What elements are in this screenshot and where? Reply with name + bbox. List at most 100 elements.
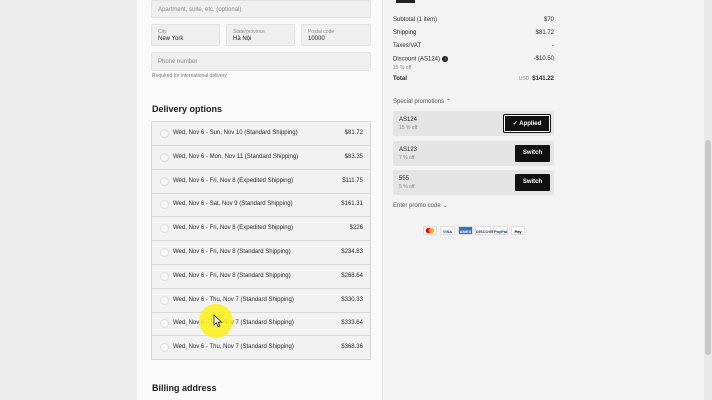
discount-label: Discount (AS124): [393, 56, 441, 63]
postal-label: Postal code: [308, 29, 335, 35]
phone-field[interactable]: Phone number: [151, 52, 371, 71]
state-value: Hà Nội: [233, 36, 252, 42]
promo-off: 5 % off: [399, 184, 415, 190]
delivery-option[interactable]: Wed, Nov 6 - Fri, Nov 8 (Standard Shippi…: [152, 241, 370, 265]
info-icon[interactable]: i: [442, 56, 449, 62]
delivery-option-price: $333.64: [341, 320, 363, 327]
amex-icon: AMEX: [458, 226, 473, 235]
chevron-up-icon: ⌃: [446, 99, 452, 105]
delivery-option-price: $161.31: [341, 201, 363, 208]
scrollbar-thumb[interactable]: [705, 140, 711, 355]
radio-button[interactable]: [160, 319, 169, 329]
total-row: Total USD $141.22: [393, 76, 554, 86]
delivery-option[interactable]: Wed, Nov 6 - Fri, Nov 8 (Standard Shippi…: [152, 265, 370, 289]
subtotal-label: Subtotal (1 item): [393, 17, 438, 23]
delivery-option[interactable]: Wed, Nov 6 - Mon, Nov 11 (Standard Shipp…: [152, 146, 370, 170]
promo-code: 555: [399, 176, 410, 182]
delivery-option-price: $368.36: [341, 344, 363, 351]
delivery-options-title: Delivery options: [152, 104, 223, 114]
radio-button[interactable]: [160, 176, 169, 186]
taxes-value: -: [552, 43, 554, 49]
radio-button[interactable]: [160, 295, 169, 305]
radio-button[interactable]: [160, 248, 169, 257]
billing-address-title: Billing address: [152, 383, 217, 393]
switch-button[interactable]: Switch: [515, 145, 550, 162]
promo-card-555: 555 5 % off Switch: [393, 170, 554, 195]
total-label: Total: [393, 76, 407, 82]
city-field[interactable]: City New York: [151, 24, 220, 46]
chevron-down-icon: ⌄: [442, 203, 448, 209]
promo-code: AS123: [399, 147, 418, 153]
delivery-option-price: $330.33: [341, 296, 363, 303]
subtotal-value: $70: [543, 17, 554, 23]
delivery-option-name: Wed, Nov 6 - Thu, Nov 7 (Standard Shippi…: [173, 296, 294, 303]
radio-button[interactable]: [160, 200, 169, 210]
promo-card-as124: AS124 15 % off ✓ Applied: [393, 111, 554, 136]
radio-button[interactable]: [160, 343, 169, 353]
apartment-placeholder: Apartment, suite, etc. (optional): [158, 7, 242, 13]
promo-card-as123: AS123 7 % off Switch: [393, 141, 554, 166]
promo-off: 7 % off: [399, 155, 415, 161]
radio-button[interactable]: [160, 224, 169, 234]
delivery-option-name: Wed, Nov 6 - Mon, Nov 11 (Standard Shipp…: [173, 153, 299, 160]
switch-button[interactable]: Switch: [515, 174, 550, 191]
mastercard-icon: [423, 226, 437, 235]
taxes-row: Taxes/VAT -: [393, 43, 554, 53]
discount-value: -$10.50: [533, 56, 554, 62]
apartment-field[interactable]: Apartment, suite, etc. (optional): [151, 0, 371, 18]
postal-value: 10000: [308, 36, 325, 42]
applied-button[interactable]: ✓ Applied: [503, 114, 551, 133]
special-promotions-label: Special promotions: [393, 99, 445, 105]
special-promotions-toggle[interactable]: Special promotions ⌃: [393, 98, 451, 105]
delivery-option[interactable]: Wed, Nov 6 - Sun, Nov 10 (Standard Shipp…: [152, 122, 370, 146]
delivery-option-name: Wed, Nov 6 - Fri, Nov 8 (Expedited Shipp…: [173, 177, 293, 184]
delivery-option[interactable]: Wed, Nov 6 - Fri, Nov 8 (Expedited Shipp…: [152, 217, 370, 242]
delivery-option-price: $268.64: [341, 272, 363, 279]
phone-placeholder: Phone number: [158, 59, 198, 65]
postal-code-field[interactable]: Postal code 10000: [301, 24, 371, 46]
delivery-option-price: $234.83: [341, 249, 363, 255]
enter-promo-code-toggle[interactable]: Enter promo code ⌄: [393, 202, 448, 209]
subtotal-row: Subtotal (1 item) $70: [393, 17, 554, 27]
discount-note: 15 % off: [393, 65, 412, 71]
delivery-option-name: Wed, Nov 6 - Sun, Nov 10 (Standard Shipp…: [173, 130, 298, 136]
delivery-option[interactable]: Wed, Nov 6 - Fri, Nov 8 (Expedited Shipp…: [152, 170, 370, 194]
promo-off: 15 % off: [399, 125, 418, 131]
delivery-option[interactable]: Wed, Nov 6 - Thu, Nov 7 (Standard Shippi…: [152, 289, 370, 313]
radio-button[interactable]: [160, 129, 169, 138]
promo-code: AS124: [399, 117, 418, 123]
delivery-option[interactable]: Wed, Nov 6 - Thu, Nov 7 (Standard Shippi…: [152, 312, 370, 337]
delivery-option-name: Wed, Nov 6 - Fri, Nov 8 (Expedited Shipp…: [173, 225, 293, 232]
shipping-row: Shipping $81.72: [393, 30, 554, 40]
total-value: $141.22: [532, 76, 554, 82]
mouse-cursor-icon: [213, 314, 223, 328]
delivery-option-price: $81.72: [344, 130, 363, 136]
applepay-icon: Pay: [511, 226, 525, 235]
taxes-label: Taxes/VAT: [393, 43, 422, 49]
delivery-option[interactable]: Wed, Nov 6 - Thu, Nov 7 (Standard Shippi…: [152, 336, 370, 360]
delivery-option-name: Wed, Nov 6 - Fri, Nov 8 (Standard Shippi…: [173, 249, 291, 255]
phone-hint: Required for international delivery: [152, 73, 227, 79]
radio-button[interactable]: [160, 152, 169, 162]
shipping-value: $81.72: [535, 30, 554, 36]
shipping-label: Shipping: [393, 30, 417, 36]
radio-button[interactable]: [160, 271, 169, 281]
total-currency: USD: [518, 76, 530, 82]
enter-promo-code-label: Enter promo code: [393, 203, 441, 209]
paypal-icon: PayPal: [493, 226, 508, 235]
delivery-option-name: Wed, Nov 6 - Thu, Nov 7 (Standard Shippi…: [173, 320, 294, 327]
product-thumbnail: [396, 0, 415, 3]
delivery-option-price: $83.35: [344, 153, 363, 160]
city-value: New York: [158, 36, 184, 42]
visa-icon: VISA: [440, 226, 455, 235]
discover-icon: DISCOVER: [475, 226, 497, 235]
state-label: State/province: [233, 29, 265, 35]
checkout-page: Apartment, suite, etc. (optional) City N…: [0, 0, 712, 400]
delivery-option-name: Wed, Nov 6 - Fri, Nov 8 (Standard Shippi…: [173, 272, 291, 279]
city-label: City: [158, 29, 167, 35]
delivery-options-list: Wed, Nov 6 - Sun, Nov 10 (Standard Shipp…: [151, 121, 371, 360]
state-field[interactable]: State/province Hà Nội: [226, 24, 295, 46]
delivery-option-name: Wed, Nov 6 - Thu, Nov 7 (Standard Shippi…: [173, 344, 294, 351]
discount-row: Discount (AS124) i -$10.50: [393, 56, 554, 66]
delivery-option[interactable]: Wed, Nov 6 - Sat, Nov 9 (Standard Shippi…: [152, 193, 370, 218]
